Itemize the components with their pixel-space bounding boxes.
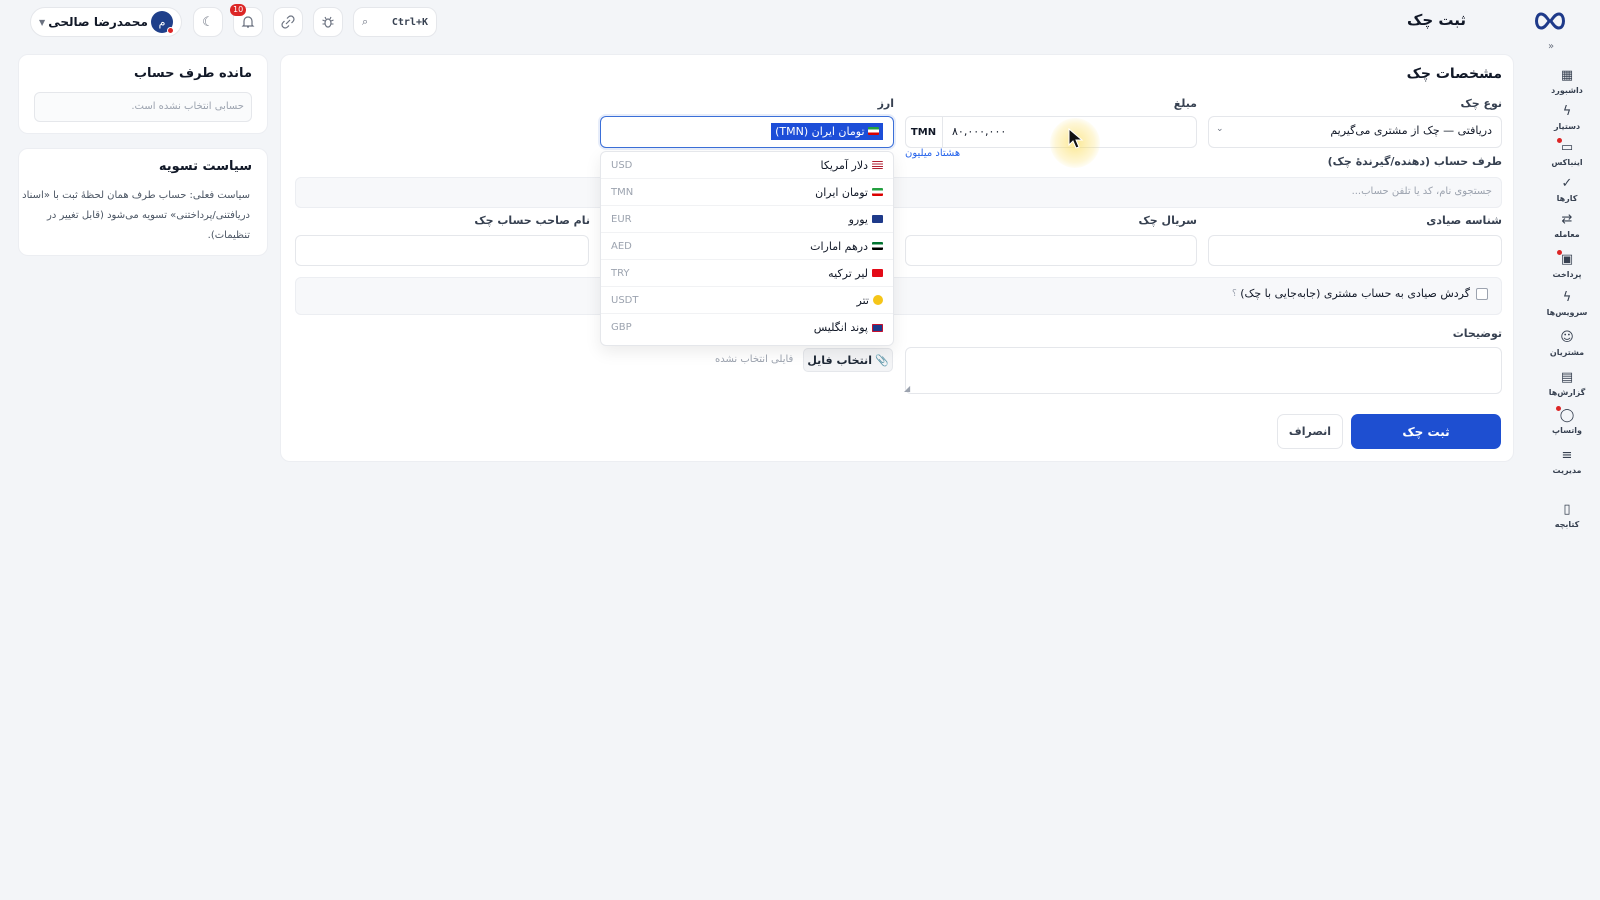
amount-value: ۸۰,۰۰۰,۰۰۰	[952, 125, 1007, 138]
notifications-button[interactable]: 10	[230, 4, 263, 37]
inbox-icon: ▭	[1556, 138, 1573, 156]
currency-option-usd[interactable]: USD دلار آمریکا	[601, 152, 893, 179]
services-icon: ϟ	[1562, 290, 1572, 305]
submit-check-button[interactable]: ثبت چک	[1351, 414, 1501, 449]
check-icon: ✓	[1561, 176, 1573, 191]
amount-unit: TMN	[905, 116, 943, 148]
currency-option-tmn[interactable]: TMN تومان ایران	[601, 179, 893, 206]
sidebar-item-management[interactable]: ≡ مدیریت	[1544, 448, 1590, 475]
transfer-checkbox[interactable]	[1476, 288, 1488, 300]
sidebar-item-handbook[interactable]: ▯ کتابچه	[1544, 502, 1590, 529]
notification-badge: 10	[230, 4, 247, 16]
uk-flag-icon	[872, 323, 883, 332]
amount-words-link[interactable]: هشتاد میلیون	[905, 148, 960, 159]
us-flag-icon	[872, 161, 883, 169]
bell-icon	[241, 16, 255, 28]
uae-flag-icon	[872, 242, 883, 250]
owner-input[interactable]	[295, 235, 589, 266]
user-menu[interactable]: ▼ محمدرضا صالحی م	[30, 7, 182, 37]
paperclip-icon: 📎	[874, 353, 889, 367]
help-icon[interactable]: ؟	[1232, 289, 1237, 299]
counterparty-placeholder: جستجوی نام، کد یا تلفن حساب...	[1351, 186, 1492, 197]
notes-label: توضیحات	[1452, 327, 1502, 340]
payment-icon: ▣	[1556, 250, 1573, 268]
collapse-sidebar-icon[interactable]: »	[1542, 38, 1560, 54]
balance-placeholder: حسابی انتخاب نشده است.	[131, 101, 244, 112]
currency-select-input[interactable]: تومان ایران (TMN)	[600, 116, 894, 148]
policy-text: سیاست فعلی: حساب طرف همان لحظهٔ ثبت با «…	[22, 190, 250, 241]
currency-option-gbp[interactable]: GBP پوند انگلیس	[601, 314, 893, 341]
dark-mode-button[interactable]: ☾	[193, 7, 223, 37]
chevron-down-icon: ▼	[39, 17, 46, 27]
serial-label: سریال چک	[1138, 214, 1198, 227]
balance-card-title: مانده طرف حساب	[133, 66, 252, 81]
mouse-cursor-icon	[1068, 128, 1084, 149]
notes-textarea[interactable]	[905, 347, 1502, 394]
counterparty-input[interactable]	[295, 177, 1502, 208]
exchange-icon: ⇄	[1561, 212, 1573, 227]
serial-input[interactable]	[905, 235, 1197, 266]
debug-button[interactable]	[313, 7, 343, 37]
file-select-button[interactable]: 📎 انتخاب فایل	[803, 348, 893, 372]
currency-label: ارز	[877, 97, 894, 110]
app-logo-icon[interactable]	[1532, 10, 1568, 32]
eu-flag-icon	[872, 215, 883, 223]
resize-handle-icon[interactable]: ◢	[904, 384, 910, 393]
currency-option-try[interactable]: TRY لیر ترکیه	[601, 260, 893, 287]
owner-label: نام صاحب حساب چک	[474, 214, 590, 227]
command-search-button[interactable]: ⌕ Ctrl+K	[353, 7, 437, 37]
link-button[interactable]	[273, 7, 303, 37]
book-icon: ▯	[1563, 502, 1571, 517]
iran-flag-icon	[868, 127, 879, 135]
sidebar-item-assistant[interactable]: ϟ دستیار	[1544, 104, 1590, 131]
sayadi-label: شناسه صیادی	[1426, 214, 1502, 227]
moon-icon: ☾	[202, 14, 214, 30]
check-type-label: نوع چک	[1460, 97, 1502, 110]
sidebar-item-trade[interactable]: ⇄ معامله	[1544, 212, 1590, 239]
shortcut-hint: Ctrl+K	[391, 16, 428, 28]
page-title: ثبت چک	[1406, 11, 1466, 29]
amount-label: مبلغ	[1173, 97, 1197, 110]
sidebar-item-tasks[interactable]: ✓ کارها	[1544, 176, 1590, 203]
currency-option-usdt[interactable]: USDT تتر	[601, 287, 893, 314]
sayadi-input[interactable]	[1208, 235, 1502, 266]
currency-selected-value: تومان ایران (TMN)	[771, 123, 883, 140]
iran-flag-icon	[872, 188, 883, 196]
turkey-flag-icon	[872, 269, 883, 277]
sidebar-item-services[interactable]: ϟ سرویس‌ها	[1544, 290, 1590, 317]
reports-icon: ▤	[1560, 370, 1574, 385]
settings-icon: ≡	[1561, 448, 1573, 463]
sidebar-item-customers[interactable]: ☺ مشتریان	[1544, 330, 1590, 357]
coin-icon	[873, 295, 883, 305]
link-icon	[281, 15, 295, 29]
bolt-icon: ϟ	[1562, 104, 1572, 119]
sidebar-item-payment[interactable]: ▣ پرداخت	[1544, 250, 1590, 279]
transfer-label[interactable]: گردش صیادی به حساب مشتری (جابه‌جایی با چ…	[1240, 287, 1470, 300]
file-status: فایلی انتخاب نشده	[715, 354, 794, 365]
bug-icon	[322, 16, 334, 28]
whatsapp-icon: ◯	[1555, 406, 1574, 424]
chevron-down-icon: ⌄	[1216, 124, 1224, 134]
currency-option-aed[interactable]: AED درهم امارات	[601, 233, 893, 260]
search-icon: ⌕	[362, 15, 369, 28]
sidebar-item-dashboard[interactable]: ▦ داشبورد	[1544, 68, 1590, 95]
check-type-value: دریافتی — چک از مشتری می‌گیریم	[1330, 124, 1492, 137]
sidebar-item-reports[interactable]: ▤ گزارش‌ها	[1544, 370, 1590, 397]
currency-dropdown: USD دلار آمریکا TMN تومان ایران EUR یورو…	[600, 151, 894, 346]
sidebar-item-whatsapp[interactable]: ◯ واتساپ	[1544, 406, 1590, 435]
form-title: مشخصات چک	[1406, 66, 1502, 82]
customers-icon: ☺	[1560, 330, 1574, 345]
sidebar-item-inbox[interactable]: ▭ اینباکس	[1544, 138, 1590, 167]
counterparty-label: طرف حساب (دهنده/گیرندهٔ چک)	[1327, 155, 1502, 168]
dashboard-icon: ▦	[1560, 68, 1574, 83]
avatar: م	[150, 11, 174, 34]
user-name: محمدرضا صالحی	[48, 15, 148, 29]
cancel-button[interactable]: انصراف	[1277, 414, 1343, 449]
policy-card-title: سیاست تسویه	[158, 159, 252, 174]
currency-option-eur[interactable]: EUR یورو	[601, 206, 893, 233]
